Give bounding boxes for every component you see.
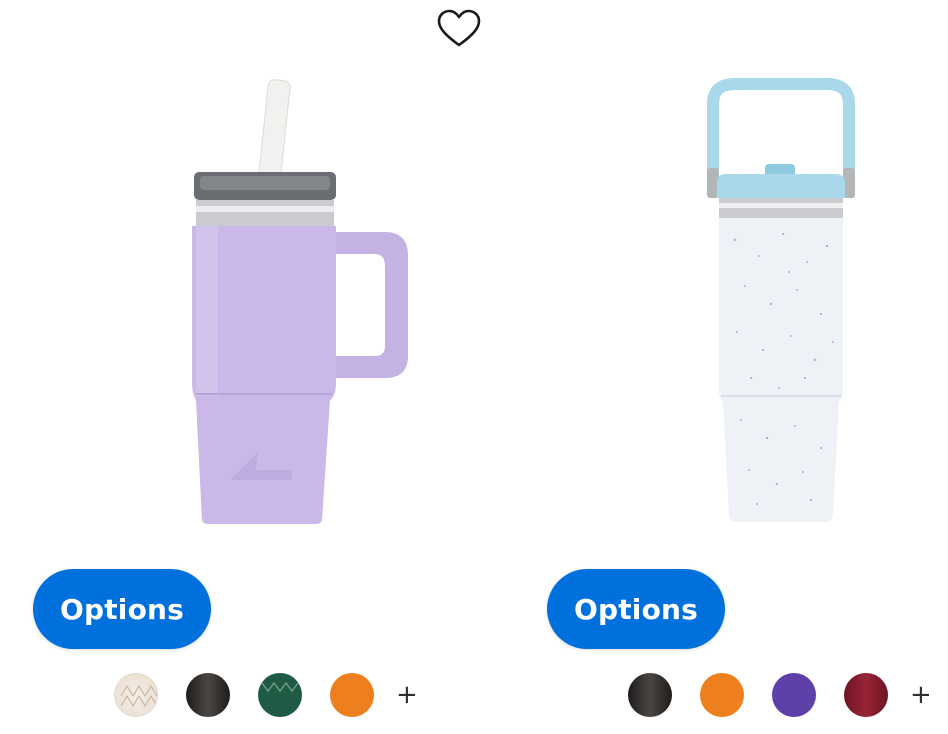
options-button[interactable]: Options bbox=[547, 569, 725, 649]
options-button[interactable]: Options bbox=[33, 569, 211, 649]
product-grid-page: Options + Options + bbox=[0, 0, 948, 734]
color-swatches: + bbox=[628, 673, 932, 717]
maroon-swatch[interactable] bbox=[844, 673, 888, 717]
black-swatch[interactable] bbox=[186, 673, 230, 717]
orange-swatch[interactable] bbox=[700, 673, 744, 717]
black-swatch[interactable] bbox=[628, 673, 672, 717]
product-card-1: Options + bbox=[30, 60, 450, 734]
favorite-button[interactable] bbox=[436, 8, 482, 50]
pattern-icon bbox=[261, 682, 299, 692]
color-swatches: + bbox=[114, 673, 418, 717]
more-colors-button[interactable]: + bbox=[910, 673, 932, 717]
purple-swatch[interactable] bbox=[772, 673, 816, 717]
cream-pattern-swatch[interactable] bbox=[114, 673, 158, 717]
orange-swatch[interactable] bbox=[330, 673, 374, 717]
more-colors-button[interactable]: + bbox=[396, 673, 418, 717]
heart-outline-icon bbox=[437, 9, 481, 47]
product-card-2: Options + bbox=[545, 60, 948, 734]
green-pattern-swatch[interactable] bbox=[258, 673, 302, 717]
pattern-icon bbox=[120, 684, 157, 708]
product-image-speckled-tumbler[interactable] bbox=[545, 60, 948, 540]
product-image-lavender-tumbler[interactable] bbox=[30, 60, 450, 540]
